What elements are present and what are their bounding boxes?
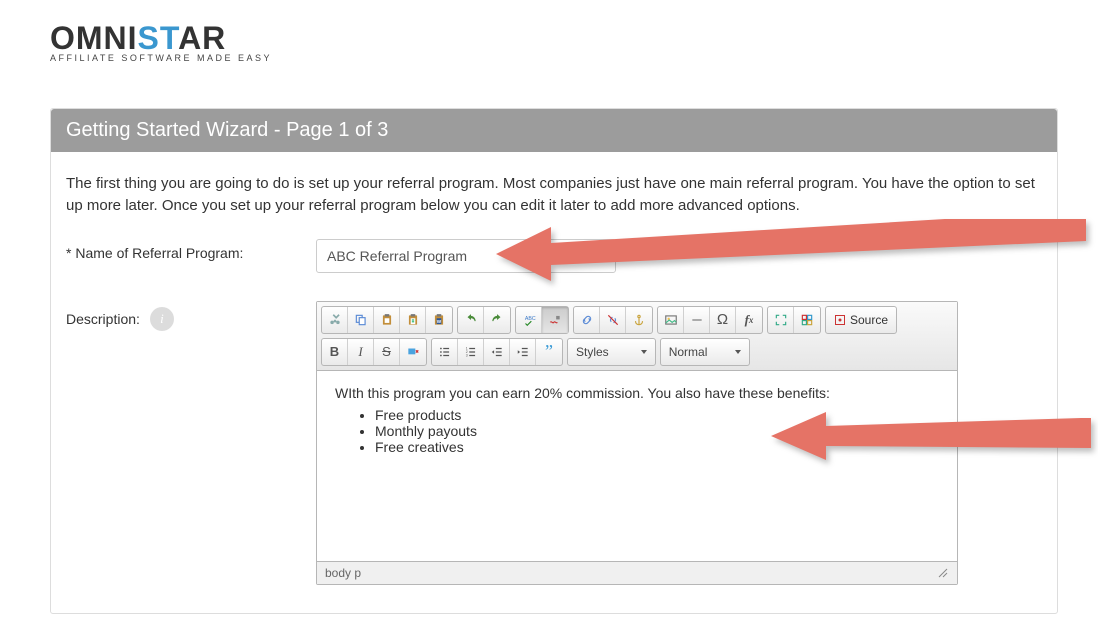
italic-icon[interactable]: I [348, 339, 374, 365]
source-button[interactable]: Source [825, 306, 897, 334]
editor-intro: WIth this program you can earn 20% commi… [335, 385, 939, 401]
editor-content[interactable]: WIth this program you can earn 20% commi… [317, 371, 957, 561]
row-referral-name: * Name of Referral Program: [66, 239, 1042, 273]
cut-icon[interactable] [322, 307, 348, 333]
format-label: Normal [669, 345, 708, 359]
spellcheck-icon[interactable]: ABC [516, 307, 542, 333]
row-description: Description: i [66, 301, 1042, 585]
label-description: Description: [66, 311, 140, 327]
svg-text:3: 3 [465, 353, 467, 357]
wizard-panel: Getting Started Wizard - Page 1 of 3 The… [50, 108, 1058, 614]
paste-text-icon[interactable] [400, 307, 426, 333]
undo-icon[interactable] [458, 307, 484, 333]
hr-icon[interactable] [684, 307, 710, 333]
maximize-icon[interactable] [768, 307, 794, 333]
indent-icon[interactable] [510, 339, 536, 365]
format-dropdown[interactable]: Normal [660, 338, 751, 366]
input-referral-name[interactable] [316, 239, 616, 273]
remove-format-icon[interactable] [400, 339, 426, 365]
svg-text:W: W [437, 318, 442, 323]
copy-icon[interactable] [348, 307, 374, 333]
bulleted-list-icon[interactable] [432, 339, 458, 365]
anchor-icon[interactable] [626, 307, 652, 333]
info-icon[interactable]: i [150, 307, 174, 331]
intro-text: The first thing you are going to do is s… [66, 173, 1042, 217]
chevron-down-icon [641, 350, 647, 354]
bullet-item: Monthly payouts [375, 423, 939, 439]
image-icon[interactable] [658, 307, 684, 333]
paste-icon[interactable] [374, 307, 400, 333]
formula-icon[interactable]: fx [736, 307, 762, 333]
logo-part2: ST [138, 20, 179, 56]
source-label: Source [850, 313, 888, 327]
numbered-list-icon[interactable]: 123 [458, 339, 484, 365]
styles-dropdown[interactable]: Styles [567, 338, 656, 366]
show-blocks-icon[interactable] [794, 307, 820, 333]
redo-icon[interactable] [484, 307, 510, 333]
brand-logo: OMNISTAR AFFILIATE SOFTWARE MADE EASY [50, 20, 1058, 63]
rich-text-editor: W ABC [316, 301, 958, 585]
panel-heading: Getting Started Wizard - Page 1 of 3 [51, 109, 1057, 152]
outdent-icon[interactable] [484, 339, 510, 365]
spell-as-type-icon[interactable] [542, 307, 568, 333]
logo-part3: AR [178, 20, 226, 56]
element-path[interactable]: body p [325, 566, 361, 580]
chevron-down-icon [735, 350, 741, 354]
strike-icon[interactable]: S [374, 339, 400, 365]
paste-word-icon[interactable]: W [426, 307, 452, 333]
special-char-icon[interactable]: Ω [710, 307, 736, 333]
resize-grip-icon[interactable] [937, 567, 949, 579]
link-icon[interactable] [574, 307, 600, 333]
bold-icon[interactable]: B [322, 339, 348, 365]
bullet-item: Free products [375, 407, 939, 423]
editor-toolbar: W ABC [317, 302, 957, 371]
styles-label: Styles [576, 345, 609, 359]
unlink-icon[interactable] [600, 307, 626, 333]
blockquote-icon[interactable]: ” [536, 339, 562, 365]
logo-part1: OMNI [50, 20, 138, 56]
bullet-item: Free creatives [375, 439, 939, 455]
label-referral-name: * Name of Referral Program: [66, 239, 316, 261]
svg-text:ABC: ABC [524, 316, 535, 322]
